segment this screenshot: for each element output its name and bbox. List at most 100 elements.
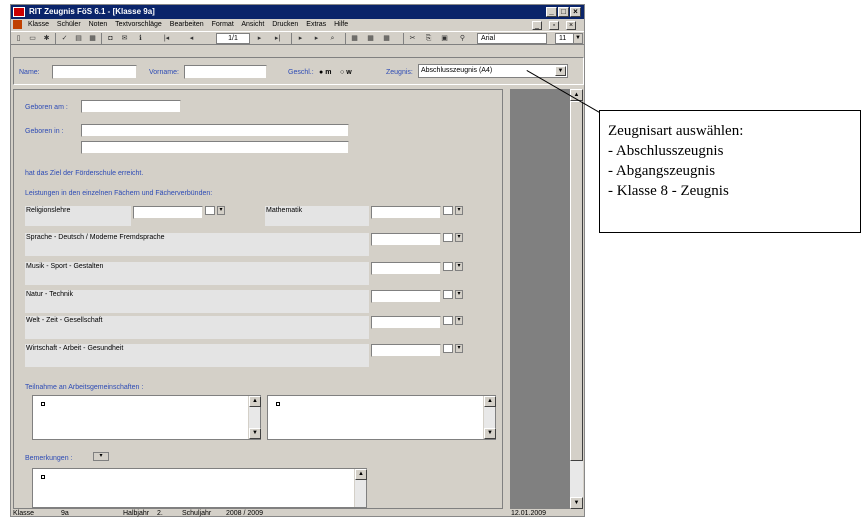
- vertical-scrollbar[interactable]: ▲ ▼: [570, 89, 583, 509]
- check-wirtschaft[interactable]: [443, 344, 453, 353]
- zeugnis-label: Zeugnis:: [386, 69, 413, 76]
- title-bar: RIT Zeugnis FöS 6.1 - [Klasse 9a] _ □ ×: [11, 5, 584, 19]
- font-select[interactable]: Arial: [477, 33, 547, 44]
- down-arrow-icon[interactable]: ▾: [455, 344, 463, 353]
- doc-minimize-button[interactable]: _: [532, 21, 542, 30]
- tools-icon[interactable]: ✱: [41, 33, 52, 44]
- down-arrow-icon[interactable]: ▾: [455, 290, 463, 299]
- copy-icon[interactable]: ⎘: [423, 33, 434, 44]
- doc-close-button[interactable]: ×: [566, 21, 576, 30]
- name-input[interactable]: [52, 65, 137, 79]
- ag-textarea-2[interactable]: ▲ ▼: [267, 395, 496, 440]
- callout-item: - Abschlusszeugnis: [608, 143, 724, 159]
- zeugnis-select[interactable]: Abschlusszeugnis (A4) ▼: [418, 64, 568, 78]
- report-icon[interactable]: ◘: [105, 33, 116, 44]
- check-religion[interactable]: [205, 206, 215, 215]
- check-mathematik[interactable]: [443, 206, 453, 215]
- vorname-input[interactable]: [184, 65, 267, 79]
- prev-page-icon[interactable]: ◂: [186, 33, 197, 44]
- info-icon[interactable]: ℹ: [135, 33, 146, 44]
- spellcheck-icon[interactable]: ✓: [59, 33, 70, 44]
- geboren-in-input-2[interactable]: [81, 141, 349, 154]
- doc-restore-button[interactable]: ▫: [549, 21, 559, 30]
- down-arrow-icon[interactable]: ▾: [455, 206, 463, 215]
- maximize-button[interactable]: □: [558, 7, 569, 17]
- new-icon[interactable]: ▯: [13, 33, 24, 44]
- menu-format[interactable]: Format: [212, 21, 234, 28]
- scroll-down-icon[interactable]: ▼: [570, 497, 583, 509]
- table-icon[interactable]: ▦: [349, 33, 360, 44]
- scroll-up-icon[interactable]: ▲: [249, 396, 261, 407]
- grade-sprache[interactable]: [371, 233, 441, 246]
- check-musik[interactable]: [443, 262, 453, 271]
- window-title: RIT Zeugnis FöS 6.1 - [Klasse 9a]: [29, 7, 155, 16]
- check-welt[interactable]: [443, 316, 453, 325]
- chevron-down-icon[interactable]: ▼: [555, 66, 566, 76]
- subject-welt: Welt - Zeit - Gesellschaft: [25, 316, 369, 339]
- preview-icon[interactable]: ▤: [73, 33, 84, 44]
- paste-icon[interactable]: ▣: [439, 33, 450, 44]
- vorname-label: Vorname:: [149, 69, 179, 76]
- menu-bar: Klasse Schüler Noten Textvorschläge Bear…: [11, 19, 584, 31]
- bemerkungen-textarea[interactable]: ▲: [32, 468, 367, 508]
- next-page-icon[interactable]: ▸: [254, 33, 265, 44]
- down-arrow-icon[interactable]: ▾: [455, 316, 463, 325]
- first-page-icon[interactable]: |◂: [161, 33, 172, 44]
- zeugnis-value: Abschlusszeugnis (A4): [421, 67, 493, 74]
- insert2-icon[interactable]: ▸: [311, 33, 322, 44]
- find-icon[interactable]: ⚲: [457, 33, 468, 44]
- menu-bearbeiten[interactable]: Bearbeiten: [170, 21, 204, 28]
- document-menu-icon[interactable]: [13, 19, 22, 29]
- insert-icon[interactable]: ▸: [295, 33, 306, 44]
- check-natur[interactable]: [443, 290, 453, 299]
- geboren-am-input[interactable]: [81, 100, 181, 113]
- geschl-label: Geschl.:: [288, 69, 314, 76]
- grade-mathematik[interactable]: [371, 206, 441, 219]
- down-arrow-icon[interactable]: ▾: [455, 233, 463, 242]
- menu-schueler[interactable]: Schüler: [57, 21, 81, 28]
- print-icon[interactable]: ▦: [87, 33, 98, 44]
- callout-item: - Abgangszeugnis: [608, 163, 716, 179]
- cut-icon[interactable]: ✂: [407, 33, 418, 44]
- scroll-down-icon[interactable]: ▼: [249, 428, 261, 439]
- scroll-up-icon[interactable]: ▲: [355, 469, 367, 480]
- minimize-button[interactable]: _: [546, 7, 557, 17]
- ag-textarea-1[interactable]: ▲ ▼: [32, 395, 261, 440]
- geboren-in-label: Geboren in :: [25, 128, 64, 135]
- close-button[interactable]: ×: [570, 7, 581, 17]
- fontsize-select[interactable]: 11 ▼: [555, 33, 583, 44]
- radio-w[interactable]: ○ w: [340, 68, 352, 77]
- scroll-thumb[interactable]: [570, 101, 583, 461]
- check-sprache[interactable]: [443, 233, 453, 242]
- menu-drucken[interactable]: Drucken: [272, 21, 298, 28]
- radio-m[interactable]: ● m: [319, 68, 331, 77]
- menu-klasse[interactable]: Klasse: [28, 21, 49, 28]
- menu-ansicht[interactable]: Ansicht: [241, 21, 264, 28]
- zoom-icon[interactable]: ⌕: [327, 33, 338, 44]
- page-indicator: 1/1: [216, 33, 250, 44]
- chevron-down-icon[interactable]: ▼: [573, 34, 582, 43]
- scroll-down-icon[interactable]: ▼: [484, 428, 496, 439]
- down-arrow-icon[interactable]: ▾: [455, 262, 463, 271]
- grade-musik[interactable]: [371, 262, 441, 275]
- toolbar: ▯ ▭ ✱ ✓ ▤ ▦ ◘ ✉ ℹ |◂ ◂ 1/1 ▸ ▸| ▸ ▸ ⌕ ▦ …: [11, 31, 584, 45]
- grade-welt[interactable]: [371, 316, 441, 329]
- bemerkungen-label: Bemerkungen :: [25, 455, 73, 462]
- grade-natur[interactable]: [371, 290, 441, 303]
- mail-icon[interactable]: ✉: [119, 33, 130, 44]
- last-page-icon[interactable]: ▸|: [272, 33, 283, 44]
- menu-hilfe[interactable]: Hilfe: [334, 21, 348, 28]
- table3-icon[interactable]: ▦: [381, 33, 392, 44]
- open-icon[interactable]: ▭: [27, 33, 38, 44]
- fontsize-value: 11: [559, 35, 567, 42]
- down-arrow-icon[interactable]: ▾: [217, 206, 225, 215]
- menu-extras[interactable]: Extras: [306, 21, 326, 28]
- geboren-in-input-1[interactable]: [81, 124, 349, 137]
- grade-religion[interactable]: [133, 206, 203, 219]
- scroll-up-icon[interactable]: ▲: [484, 396, 496, 407]
- bemerkungen-dropdown[interactable]: ▾: [93, 452, 109, 461]
- grade-wirtschaft[interactable]: [371, 344, 441, 357]
- menu-noten[interactable]: Noten: [89, 21, 108, 28]
- menu-textvorschlaege[interactable]: Textvorschläge: [115, 21, 162, 28]
- table2-icon[interactable]: ▦: [365, 33, 376, 44]
